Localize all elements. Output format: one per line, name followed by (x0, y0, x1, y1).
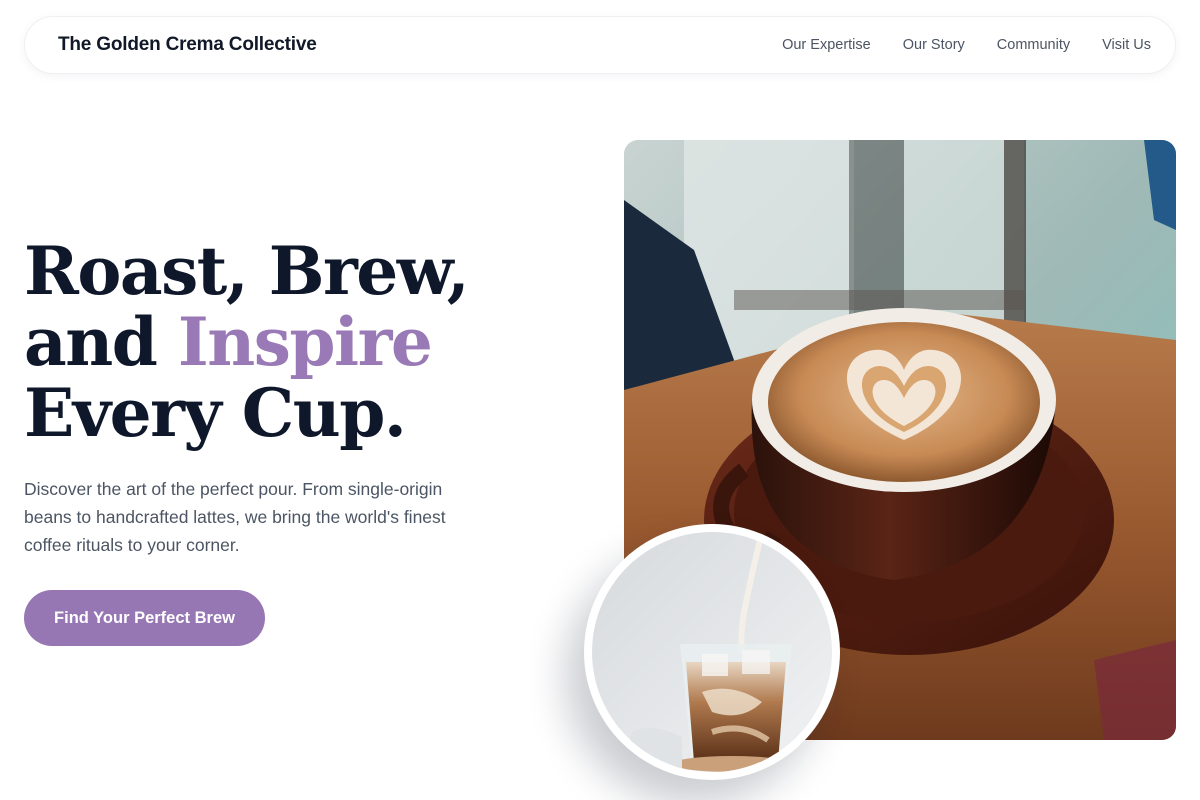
hero-title-prefix: and (24, 303, 178, 381)
hero-title-line-2: and Inspire (24, 307, 544, 378)
brand-logo-text[interactable]: The Golden Crema Collective (58, 34, 317, 56)
nav-link-visit-us[interactable]: Visit Us (1102, 37, 1151, 53)
hero-description: Discover the art of the perfect pour. Fr… (24, 479, 446, 555)
find-your-perfect-brew-button[interactable]: Find Your Perfect Brew (24, 590, 265, 646)
iced-latte-pour-photo (584, 524, 840, 780)
top-navbar: The Golden Crema Collective Our Expertis… (24, 16, 1176, 74)
hero-title-accent: Inspire (177, 303, 433, 381)
hero-title-line-3: Every Cup. (24, 374, 407, 452)
nav-link-our-story[interactable]: Our Story (903, 37, 965, 53)
hero-title-line-1: Roast, Brew, (24, 232, 470, 310)
nav-links: Our Expertise Our Story Community Visit … (782, 37, 1151, 53)
hero-title: Roast, Brew, and Inspire Every Cup. (24, 236, 544, 449)
nav-link-our-expertise[interactable]: Our Expertise (782, 37, 871, 53)
nav-link-community[interactable]: Community (997, 37, 1070, 53)
